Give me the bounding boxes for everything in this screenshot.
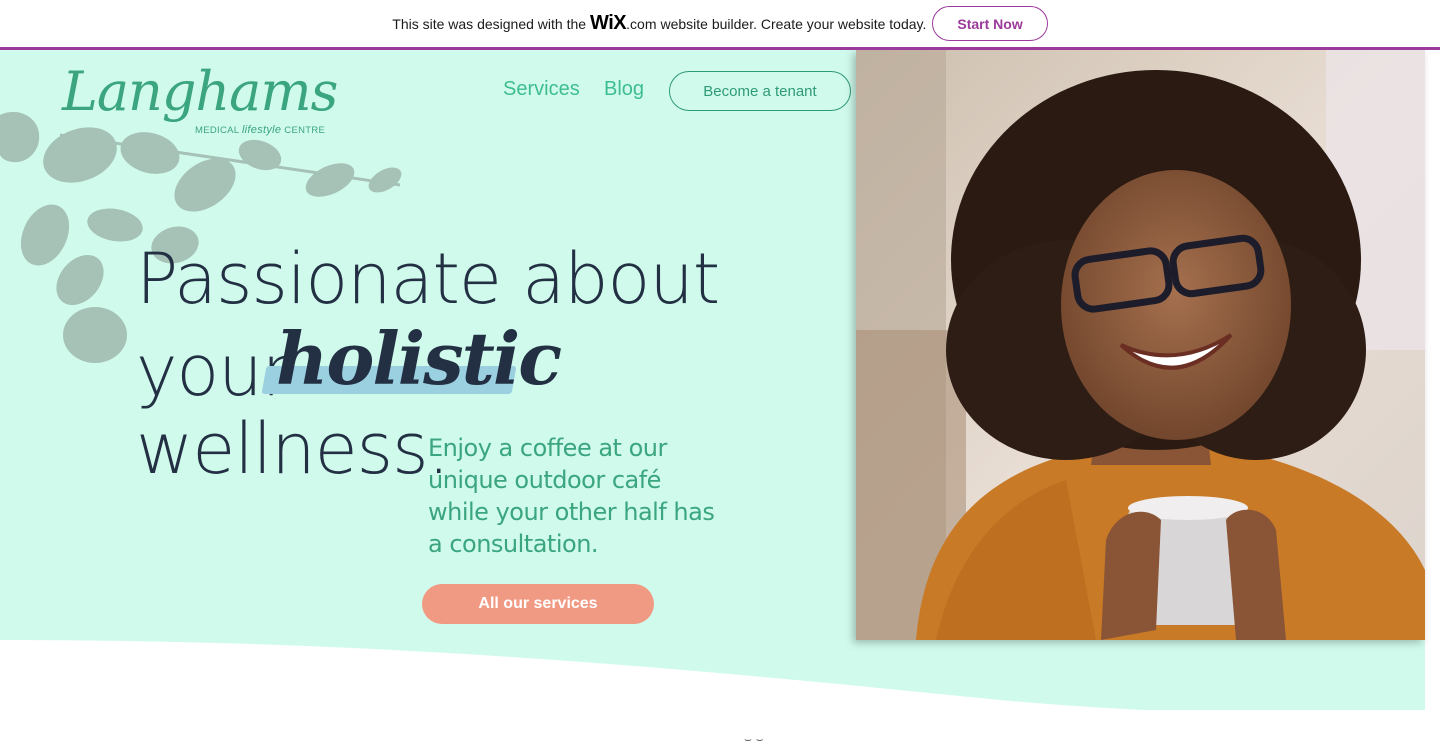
smiling-woman-with-coffee-photo [856, 50, 1425, 640]
headline-highlight: holistic [261, 316, 562, 412]
start-now-button[interactable]: Start Now [932, 6, 1048, 41]
hero-wave-divider [0, 630, 1440, 742]
hero-subcopy: Enjoy a coffee at our unique outdoor caf… [428, 434, 715, 558]
langhams-logo[interactable]: Langhams MEDICAL lifestyle CENTRE [62, 60, 338, 150]
wix-banner-text-after: website builder. Create your website tod… [660, 16, 927, 32]
become-tenant-button[interactable]: Become a tenant [669, 71, 851, 111]
logo-wordmark: Langhams [62, 60, 338, 123]
headline-line-1: Passionate about [136, 238, 720, 320]
all-services-button[interactable]: All our services [422, 584, 654, 624]
wix-banner-text-before: This site was designed with the [392, 16, 587, 32]
decorative-ornament-icon: ⌣ ⌣ [744, 732, 764, 746]
headline-highlight-word: holistic [276, 316, 562, 401]
wix-banner: This site was designed with the WiX.com … [0, 0, 1440, 50]
nav-blog[interactable]: Blog [604, 78, 644, 101]
wix-logo: WiX.com [590, 12, 657, 34]
nav-services[interactable]: Services [503, 78, 580, 101]
headline-line-3: wellness. [136, 408, 450, 490]
logo-subtitle: MEDICAL lifestyle CENTRE [195, 124, 326, 136]
wix-banner-text: This site was designed with the WiX.com … [392, 12, 926, 35]
